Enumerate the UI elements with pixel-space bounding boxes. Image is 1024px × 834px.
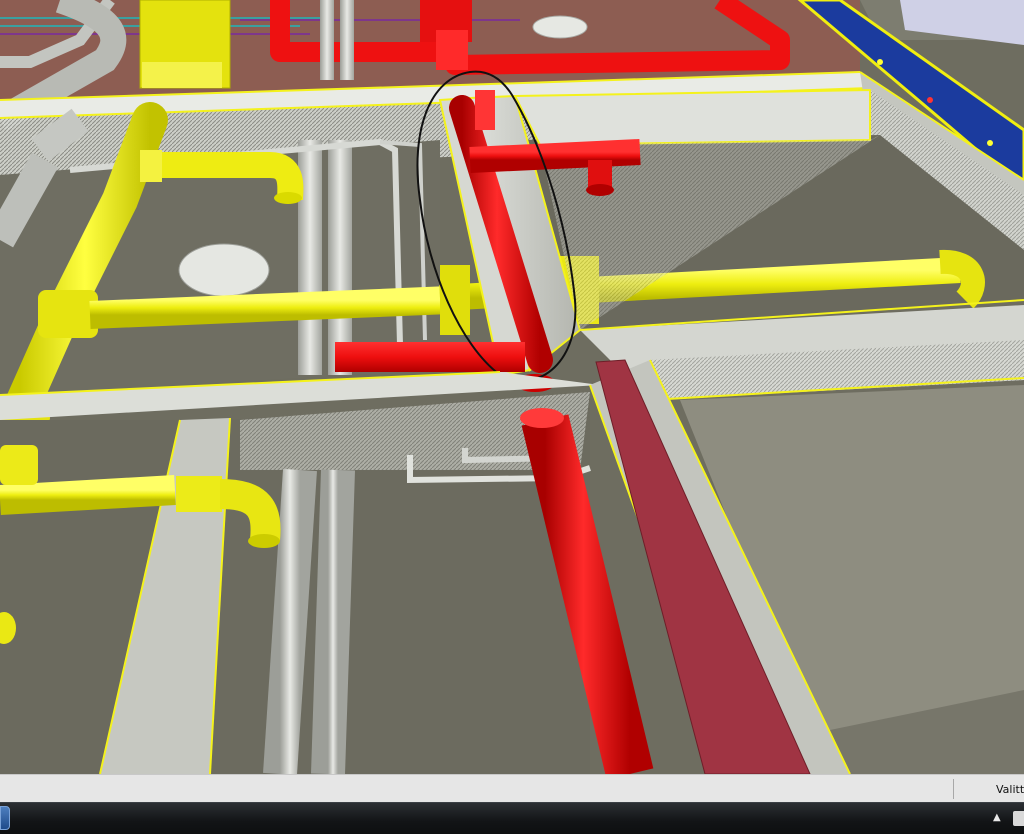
status-bar: Valittu bbox=[0, 774, 1024, 802]
taskbar: ▲ bbox=[0, 802, 1024, 834]
status-separator bbox=[953, 779, 954, 799]
floor-round-lid bbox=[178, 243, 270, 297]
tray-expand-icon[interactable]: ▲ bbox=[993, 812, 1003, 826]
top-round-lid bbox=[532, 15, 588, 39]
status-selected-text: Valittu bbox=[996, 783, 1024, 796]
tray-app-icon[interactable] bbox=[1013, 811, 1024, 826]
windows-start-icon[interactable] bbox=[0, 806, 10, 830]
3d-model-viewport[interactable] bbox=[0, 0, 1024, 774]
